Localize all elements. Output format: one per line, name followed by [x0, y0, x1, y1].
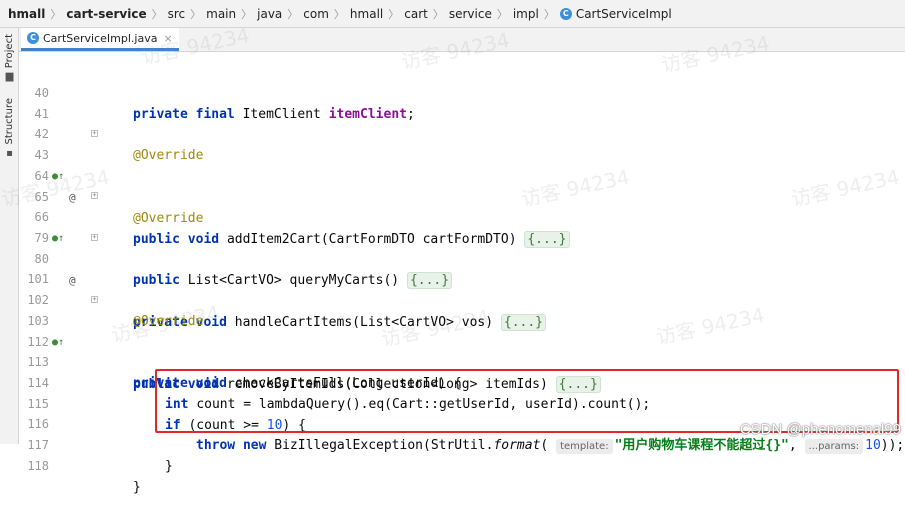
code-line: 112 [19, 311, 905, 349]
code-line: 80 @ + private void handleCartItems(List… [19, 228, 905, 331]
tab-cartserviceimpl[interactable]: C CartServiceImpl.java × [21, 28, 179, 51]
breadcrumb-item[interactable]: hmall [350, 7, 383, 21]
structure-tool-button[interactable]: Structure ▪ [0, 98, 19, 159]
project-tool-button[interactable]: Project ▆ [0, 34, 19, 82]
chevron-right-icon: 〉 [50, 7, 62, 21]
code-text: } [165, 459, 173, 474]
code-line: 118 } [19, 435, 905, 495]
close-icon[interactable]: × [163, 32, 172, 45]
breadcrumb-class-label: CartServiceImpl [575, 6, 672, 21]
class-icon: C [559, 7, 572, 20]
chevron-right-icon: 〉 [287, 7, 299, 21]
class-icon: C [27, 32, 39, 44]
code-line: 64 [19, 145, 905, 183]
fold-icon[interactable]: + [91, 192, 98, 199]
chevron-right-icon: 〉 [190, 7, 202, 21]
code-line: 43 ●↑ @ + public void addItem2Cart(CartF… [19, 124, 905, 248]
code-line: 79 [19, 207, 905, 245]
code-line: 40 private final ItemClient itemClient; [19, 62, 905, 122]
csdn-watermark: CSDN @phenomenal99 [739, 421, 901, 438]
line-number: 118 [27, 459, 49, 473]
breadcrumb-item[interactable]: src [168, 7, 186, 21]
chevron-right-icon: 〉 [543, 7, 555, 21]
chevron-right-icon: 〉 [151, 7, 163, 21]
chevron-right-icon: 〉 [496, 7, 508, 21]
tab-label: CartServiceImpl.java [43, 31, 158, 45]
code-text: } [133, 480, 141, 495]
breadcrumb-item[interactable]: main [206, 7, 236, 21]
project-label: Project [4, 34, 15, 69]
chevron-right-icon: 〉 [241, 7, 253, 21]
code-line: 102 @Override [19, 269, 905, 329]
breadcrumb-item[interactable]: hmall [8, 7, 45, 21]
breadcrumb-item[interactable]: com [303, 7, 329, 21]
breadcrumb-item[interactable]: java [257, 7, 282, 21]
breadcrumb-item[interactable]: service [449, 7, 492, 21]
fold-icon[interactable]: + [91, 234, 98, 241]
code-line: 113 private void checkCartsFull(Long use… [19, 331, 905, 391]
breadcrumb-item[interactable]: impl [513, 7, 539, 21]
editor-tab-bar: C CartServiceImpl.java × [19, 28, 905, 52]
fold-icon[interactable]: + [91, 296, 98, 303]
breadcrumb: hmall 〉 cart-service 〉 src 〉 main 〉 java 〉 com 〉 hma… [0, 0, 905, 28]
code-line: 66 ●↑ + public List<CartVO> queryMyCarts… [19, 186, 905, 289]
code-line: 41 [19, 83, 905, 121]
code-line: 42 @Override [19, 103, 905, 163]
folder-icon: ▆ [5, 71, 14, 83]
structure-icon: ▪ [6, 147, 13, 159]
breadcrumb-item-class[interactable]: C CartServiceImpl [559, 6, 672, 21]
fold-icon[interactable]: + [91, 130, 98, 137]
chevron-right-icon: 〉 [333, 7, 345, 21]
breadcrumb-item[interactable]: cart [404, 7, 428, 21]
chevron-right-icon: 〉 [388, 7, 400, 21]
tool-window-strip: Project ▆ Structure ▪ [0, 28, 19, 444]
breadcrumb-item[interactable]: cart-service [66, 7, 146, 21]
chevron-right-icon: 〉 [432, 7, 444, 21]
code-line: 65 @Override [19, 166, 905, 226]
structure-label: Structure [4, 98, 15, 145]
code-line: 101 [19, 248, 905, 286]
code-line: 103 ●↑ + public void removeByItemIds(Col… [19, 290, 905, 393]
